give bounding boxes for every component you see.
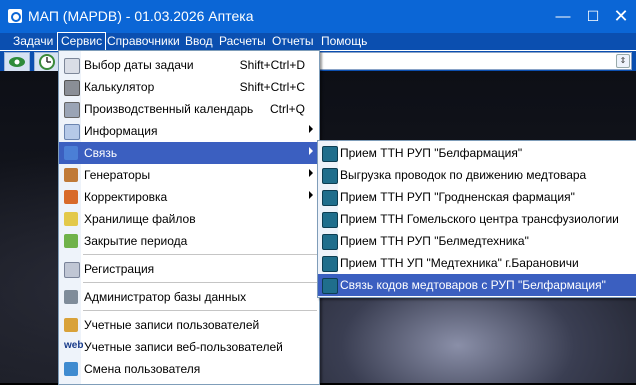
menu-item-label: Смена пользователя <box>84 362 201 376</box>
menu-item-label: Регистрация <box>84 262 155 276</box>
calculator-icon <box>64 80 80 96</box>
task-combo[interactable]: ⇕ <box>318 52 632 70</box>
minimize-button[interactable]: — <box>548 0 578 33</box>
menu-item-label: Связь <box>84 146 118 160</box>
menu-item-label: Информация <box>84 124 158 138</box>
menu-item-label: Администратор базы данных <box>84 290 247 304</box>
menu-separator <box>83 282 317 283</box>
import-icon <box>322 256 338 272</box>
menu-item-label: Прием ТТН РУП "Гродненская фармация" <box>340 190 575 204</box>
menu-item-label: Корректировка <box>84 190 168 204</box>
menu-item-web-user-accounts[interactable]: web Учетные записи веб-пользователей <box>59 336 319 358</box>
menu-item-correction[interactable]: Корректировка <box>59 186 319 208</box>
clock-icon <box>39 54 55 70</box>
import-icon <box>322 212 338 228</box>
link-submenu: Прием ТТН РУП "Белфармация" Выгрузка про… <box>317 140 636 298</box>
submenu-item-belpharmacia-ttn[interactable]: Прием ТТН РУП "Белфармация" <box>318 142 636 164</box>
menu-references[interactable]: Справочники <box>104 33 183 50</box>
menu-item-calculator[interactable]: Калькулятор Shift+Ctrl+C <box>59 76 319 98</box>
title-bar: МАП (MAPDB) - 01.03.2026 Аптека — ☐ ✕ <box>0 0 636 33</box>
menu-item-label: Калькулятор <box>84 80 155 94</box>
shortcut-label: Shift+Ctrl+C <box>239 80 305 94</box>
combo-arrow-icon[interactable]: ⇕ <box>616 54 630 68</box>
menu-item-label: Закрытие периода <box>84 234 188 248</box>
file-storage-icon <box>64 212 78 226</box>
menu-item-registration[interactable]: Регистрация <box>59 258 319 280</box>
menu-item-production-calendar[interactable]: Производственный календарь Ctrl+Q <box>59 98 319 120</box>
menu-separator <box>83 310 317 311</box>
registration-icon <box>64 262 80 278</box>
menu-item-generators[interactable]: Генераторы <box>59 164 319 186</box>
menu-input[interactable]: Ввод <box>182 33 216 50</box>
menu-item-label: Учетные записи пользователей <box>84 318 260 332</box>
shortcut-label: Shift+Ctrl+D <box>239 58 305 72</box>
web-users-icon: web <box>64 340 84 351</box>
menu-item-label: Учетные записи веб-пользователей <box>84 340 283 354</box>
menu-item-label: Связь кодов медтоваров с РУП "Белфармаци… <box>340 278 606 292</box>
menu-item-select-date[interactable]: Выбор даты задачи Shift+Ctrl+D <box>59 54 319 76</box>
submenu-arrow-icon <box>309 169 313 177</box>
shortcut-label: Ctrl+Q <box>269 102 305 116</box>
menu-item-label: Производственный календарь <box>84 102 254 116</box>
menu-item-label: Генераторы <box>84 168 151 182</box>
correction-icon <box>64 190 78 204</box>
menu-item-label: Прием ТТН РУП "Белфармация" <box>340 146 523 160</box>
schedule-button[interactable] <box>34 52 60 72</box>
menu-bar: Задачи Сервис Справочники Ввод Расчеты О… <box>0 32 636 51</box>
app-icon <box>8 9 22 23</box>
submenu-item-grodno-ttn[interactable]: Прием ТТН РУП "Гродненская фармация" <box>318 186 636 208</box>
close-button[interactable]: ✕ <box>606 0 636 33</box>
maximize-button[interactable]: ☐ <box>578 0 608 33</box>
view-button[interactable] <box>4 52 30 72</box>
menu-item-information[interactable]: Информация <box>59 120 319 142</box>
info-icon <box>64 124 80 140</box>
link-icon <box>322 278 338 294</box>
menu-separator <box>83 254 317 255</box>
menu-tasks[interactable]: Задачи <box>10 33 56 50</box>
submenu-item-export-postings[interactable]: Выгрузка проводок по движению медтовара <box>318 164 636 186</box>
menu-service[interactable]: Сервис <box>57 32 107 51</box>
menu-item-link[interactable]: Связь <box>59 142 319 164</box>
period-close-icon <box>64 234 78 248</box>
menu-item-change-user[interactable]: Смена пользователя <box>59 358 319 380</box>
menu-item-label: Прием ТТН РУП "Белмедтехника" <box>340 234 529 248</box>
menu-item-label: Выгрузка проводок по движению медтовара <box>340 168 587 182</box>
menu-item-period-close[interactable]: Закрытие периода <box>59 230 319 252</box>
menu-item-label: Выбор даты задачи <box>84 58 194 72</box>
menu-item-user-accounts[interactable]: Учетные записи пользователей <box>59 314 319 336</box>
menu-item-label: Хранилище файлов <box>84 212 196 226</box>
generator-icon <box>64 168 78 182</box>
db-admin-icon <box>64 290 78 304</box>
users-icon <box>64 318 78 332</box>
window-title: МАП (MAPDB) - 01.03.2026 Аптека <box>28 8 254 24</box>
submenu-item-gomel-ttn[interactable]: Прием ТТН Гомельского центра трансфузиол… <box>318 208 636 230</box>
change-user-icon <box>64 362 78 376</box>
import-icon <box>322 190 338 206</box>
service-menu: Выбор даты задачи Shift+Ctrl+D Калькулят… <box>58 50 320 385</box>
submenu-arrow-icon <box>309 125 313 133</box>
menu-help[interactable]: Помощь <box>318 33 370 50</box>
submenu-item-belmedtech-ttn[interactable]: Прием ТТН РУП "Белмедтехника" <box>318 230 636 252</box>
menu-item-db-admin[interactable]: Администратор базы данных <box>59 286 319 308</box>
submenu-arrow-icon <box>309 191 313 199</box>
submenu-item-baranovichi-ttn[interactable]: Прием ТТН УП "Медтехника" г.Барановичи <box>318 252 636 274</box>
eye-icon <box>9 57 25 67</box>
submenu-arrow-icon <box>309 147 313 155</box>
menu-item-label: Прием ТТН УП "Медтехника" г.Барановичи <box>340 256 579 270</box>
menu-item-label: Прием ТТН Гомельского центра трансфузиол… <box>340 212 619 226</box>
import-icon <box>322 146 338 162</box>
menu-item-file-storage[interactable]: Хранилище файлов <box>59 208 319 230</box>
menu-reports[interactable]: Отчеты <box>269 33 316 50</box>
import-icon <box>322 234 338 250</box>
export-icon <box>322 168 338 184</box>
calendar-icon <box>64 58 80 74</box>
production-calendar-icon <box>64 102 80 118</box>
submenu-item-code-mapping[interactable]: Связь кодов медтоваров с РУП "Белфармаци… <box>318 274 636 296</box>
link-icon <box>64 146 78 160</box>
menu-calculations[interactable]: Расчеты <box>216 33 269 50</box>
